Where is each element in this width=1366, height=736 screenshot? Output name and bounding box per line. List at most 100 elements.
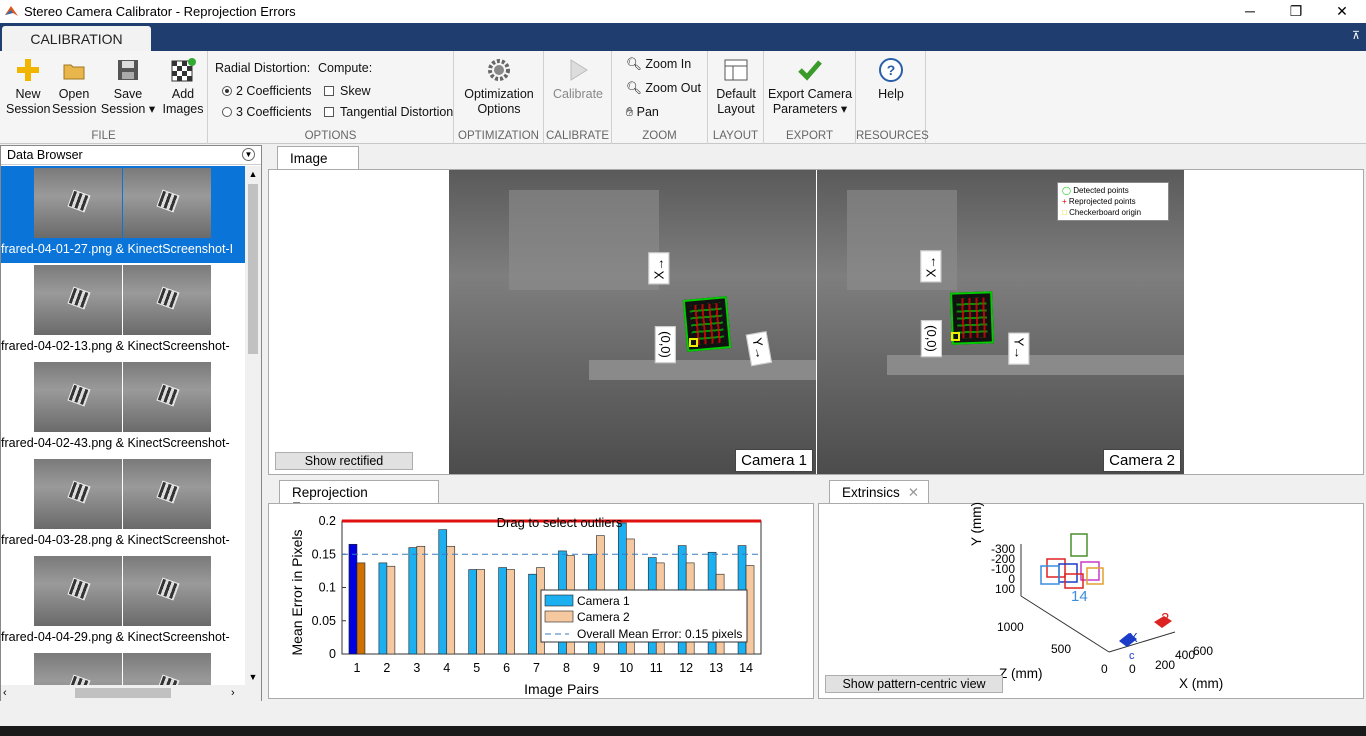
show-pattern-centric-button[interactable]: Show pattern-centric view (825, 675, 1003, 693)
pan-button[interactable]: ✋︎ Pan (626, 105, 659, 120)
extrinsics-z-tick: 1000 (997, 620, 1024, 634)
camera1-label: Camera 1 (735, 449, 813, 472)
extrinsics-plot[interactable] (819, 504, 1363, 698)
add-images-button[interactable]: Add Images (160, 55, 206, 117)
extrinsics-panel: Y (mm) -300 -200 -100 0 100 1000 500 0 Z (mm… (818, 502, 1364, 699)
scroll-up-icon[interactable]: ▲ (245, 166, 261, 182)
optimization-options-button[interactable]: Optimization Options (460, 55, 538, 117)
extrinsics-y-ticks: -300 -200 -100 0 100 (990, 542, 1015, 596)
close-tab-icon[interactable]: ✕ (908, 485, 919, 500)
x-tick-label: 4 (443, 661, 450, 675)
maximize-button[interactable]: ❐ (1273, 0, 1319, 23)
bar (348, 543, 358, 655)
help-button[interactable]: ? Help (864, 55, 918, 102)
thumbnail-camera1 (34, 653, 122, 685)
optimization-section: Optimization Options OPTIMIZATION (454, 51, 544, 144)
layout-section: Default Layout LAYOUT (708, 51, 764, 144)
extrinsics-x-tick: 600 (1193, 644, 1214, 658)
extrinsics-annotation: X (1129, 630, 1138, 645)
x-axis-label: X→ (648, 252, 670, 285)
list-item-label: frared-04-02-43.png & KinectScreenshot- (1, 436, 230, 450)
tangential-checkbox[interactable]: Tangential Distortion (324, 105, 453, 119)
x-tick-label: 5 (473, 661, 480, 675)
tab-reprojection-errors[interactable]: Reprojection Errors✕ (279, 480, 439, 515)
extrinsic-frame (1058, 563, 1078, 583)
scroll-right-icon[interactable]: › (231, 685, 245, 701)
desk (589, 360, 816, 380)
radio-3-coefficients[interactable]: 3 Coefficients (222, 105, 312, 119)
legend-swatch (544, 610, 574, 623)
list-item[interactable]: frared-04-01-27.png & KinectScreenshot-I (1, 166, 245, 263)
collapse-ribbon-icon[interactable]: ⊼ (1352, 29, 1360, 42)
x-tick-label: 12 (679, 661, 693, 675)
radio-2-coefficients[interactable]: 2 Coefficients (222, 84, 312, 98)
image-legend: ◯ Detected points + Reprojected points □… (1057, 182, 1169, 221)
list-item[interactable]: frared-04-02-13.png & KinectScreenshot- (1, 263, 245, 360)
x-tick-label: 6 (503, 661, 510, 675)
extrinsics-x-tick: 200 (1155, 658, 1176, 672)
new-session-button[interactable]: New Session (6, 55, 50, 117)
save-icon (118, 60, 138, 80)
extrinsic-frame (1086, 567, 1104, 585)
reprojection-error-chart[interactable]: 00.050.10.150.21 2 3 4 5 6 7 8 9 10 11 12 13 14Drag t… (269, 504, 813, 698)
y-tick-label: 0.1 (319, 581, 336, 595)
browser-menu-icon[interactable]: ▼ (242, 148, 255, 161)
zoom-out-icon: 🔍︎ (626, 81, 642, 95)
radio-selected-icon (222, 86, 232, 96)
scroll-left-icon[interactable]: ‹ (3, 685, 17, 701)
list-item-label: frared-04-04-29.png & KinectScreenshot- (1, 630, 230, 644)
thumbnail-camera1 (34, 556, 122, 626)
checkbox-icon (324, 86, 334, 96)
thumbnail-camera2 (123, 556, 211, 626)
x-tick-label: 8 (563, 661, 570, 675)
bar (416, 545, 426, 655)
tab-image[interactable]: Image (277, 146, 359, 170)
save-session-button[interactable]: Save Session ▾ (98, 55, 158, 117)
skew-checkbox[interactable]: Skew (324, 84, 371, 98)
extrinsics-x-label: X (mm) (1179, 676, 1224, 691)
scroll-down-icon[interactable]: ▼ (245, 669, 261, 685)
open-session-button[interactable]: Open Session (52, 55, 96, 117)
close-button[interactable]: ✕ (1319, 0, 1365, 23)
x-tick-label: 11 (650, 661, 663, 675)
list-item[interactable]: frared-04-04-29.png & KinectScreenshot- (1, 554, 245, 651)
list-item-label: frared-04-02-13.png & KinectScreenshot- (1, 339, 230, 353)
vertical-scrollbar[interactable]: ▲ ▼ (245, 166, 261, 685)
y-axis-label: Mean Error in Pixels (289, 529, 305, 655)
vertical-scroll-thumb[interactable] (248, 184, 258, 354)
tab-extrinsics[interactable]: Extrinsics ✕ (829, 480, 929, 504)
x-tick-label: 14 (739, 661, 753, 675)
list-item[interactable]: frared-04-03-28.png & KinectScreenshot- (1, 457, 245, 554)
extrinsics-annotation: 14 (1071, 588, 1088, 605)
y-axis-label: Y→ (1008, 332, 1030, 365)
list-item[interactable]: frared-04-02-43.png & KinectScreenshot- (1, 360, 245, 457)
matlab-logo-icon (5, 6, 18, 16)
bar (498, 567, 507, 655)
folder-icon (63, 64, 85, 80)
tab-calibration[interactable]: CALIBRATION (2, 26, 151, 52)
ribbon-tab-strip: ⊼ (0, 23, 1366, 51)
extrinsics-x-tick: 0 (1129, 662, 1136, 676)
list-item[interactable] (1, 651, 245, 685)
export-section-label: EXPORT (785, 130, 834, 142)
window-title: Stereo Camera Calibrator - Reprojection … (24, 4, 296, 19)
svg-text:?: ? (887, 62, 896, 78)
reprojection-errors-panel: 0 0.05 0.1 0.15 0.2 1 2 3 4 5 6 7 8 9 10 11 12 13 14 Drag t… (268, 503, 814, 699)
export-camera-parameters-button[interactable]: Export Camera Parameters ▾ (768, 55, 852, 117)
export-section: Export Camera Parameters ▾ EXPORT (764, 51, 856, 144)
extrinsics-z-label: Z (mm) (999, 666, 1043, 681)
options-section-label: OPTIONS (304, 130, 357, 142)
minimize-button[interactable]: ─ (1227, 0, 1273, 23)
default-layout-button[interactable]: Default Layout (712, 55, 760, 117)
zoom-out-button[interactable]: 🔍︎ Zoom Out (626, 81, 701, 96)
chart-title: Drag to select outliers (497, 515, 623, 530)
bar (528, 573, 537, 655)
horizontal-scrollbar[interactable]: ‹ › (1, 685, 261, 701)
zoom-in-button[interactable]: 🔍︎ Zoom In (626, 57, 691, 72)
show-rectified-button[interactable]: Show rectified (275, 452, 413, 470)
thumbnail-camera1 (34, 362, 122, 432)
thumbnail-camera2 (123, 459, 211, 529)
list-item-label: frared-04-01-27.png & KinectScreenshot-I (1, 242, 234, 256)
horizontal-scroll-thumb[interactable] (75, 688, 171, 698)
calibrate-button[interactable]: Calibrate (548, 55, 608, 102)
